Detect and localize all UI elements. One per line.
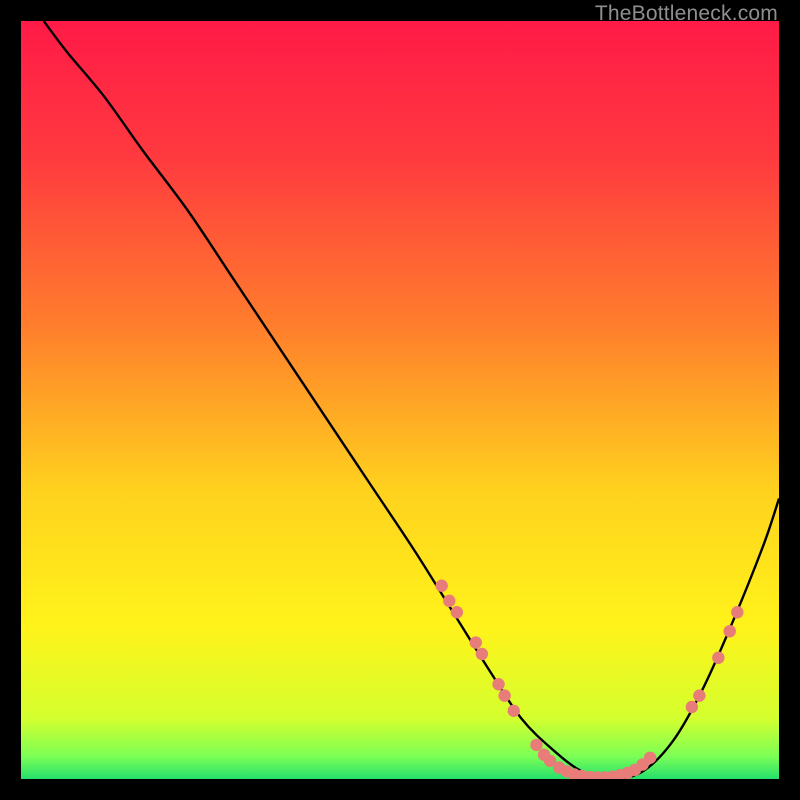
- curve-marker: [686, 701, 698, 713]
- curve-marker: [693, 689, 705, 701]
- plot-frame: [21, 21, 779, 779]
- curve-marker: [451, 606, 463, 618]
- bottleneck-chart: [21, 21, 779, 779]
- curve-marker: [731, 606, 743, 618]
- watermark-text: TheBottleneck.com: [595, 2, 778, 26]
- curve-marker: [443, 595, 455, 607]
- curve-marker: [508, 705, 520, 717]
- curve-marker: [476, 648, 488, 660]
- curve-marker: [644, 752, 656, 764]
- curve-marker: [498, 689, 510, 701]
- curve-marker: [712, 652, 724, 664]
- curve-marker: [435, 580, 447, 592]
- curve-marker: [530, 739, 542, 751]
- curve-marker: [724, 625, 736, 637]
- curve-marker: [492, 678, 504, 690]
- gradient-background: [21, 21, 779, 779]
- curve-marker: [470, 636, 482, 648]
